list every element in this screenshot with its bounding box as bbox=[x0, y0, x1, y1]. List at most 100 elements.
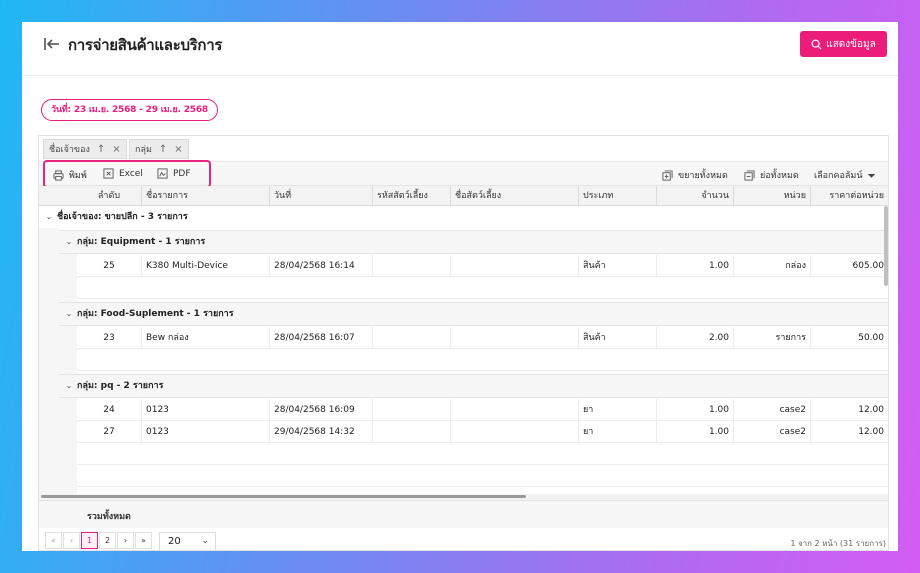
top-bar: การจ่ายสินค้าและบริการ แสดงข้อมูล bbox=[22, 22, 898, 76]
table-row[interactable]: 23 Bew กล่อง 28/04/2568 16:07 สินค้า 2.0… bbox=[77, 327, 888, 349]
cell-pet-code bbox=[372, 421, 450, 443]
collapse-all-button[interactable]: ย่อทั้งหมด bbox=[744, 168, 799, 182]
group-row-food-suplement[interactable]: ⌄ กลุ่ม: Food-Suplement - 1 รายการ bbox=[61, 303, 234, 325]
cell-no: 25 bbox=[103, 261, 115, 271]
chevron-down-icon[interactable]: ⌄ bbox=[61, 231, 77, 253]
column-header-row: ลำดับ ชื่อรายการ วันที่ รหัสสัตว์เลี้ยง … bbox=[39, 186, 888, 206]
date-range-chip[interactable]: วันที่: 23 เม.ย. 2568 - 29 เม.ย. 2568 bbox=[41, 99, 218, 121]
cell-qty: 1.00 bbox=[656, 399, 733, 421]
horizontal-scrollbar[interactable] bbox=[41, 495, 526, 498]
cell-qty: 1.00 bbox=[656, 255, 733, 277]
expand-all-label: ขยายทั้งหมด bbox=[678, 171, 728, 181]
choose-columns-dropdown[interactable]: เลือกคอลัมน์ bbox=[814, 168, 876, 182]
cell-type: ยา bbox=[578, 399, 656, 421]
show-data-button[interactable]: แสดงข้อมูล bbox=[800, 31, 887, 57]
cell-unit: กล่อง bbox=[733, 255, 810, 277]
indent-spacer bbox=[39, 228, 59, 494]
cell-name: 0123 bbox=[141, 421, 269, 443]
cell-unit: case2 bbox=[733, 421, 810, 443]
next-page-button[interactable]: › bbox=[117, 532, 134, 549]
cell-date: 29/04/2568 14:32 bbox=[269, 421, 372, 443]
cell-date: 28/04/2568 16:09 bbox=[269, 399, 372, 421]
table-row[interactable]: 27 0123 29/04/2568 14:32 ยา 1.00 case2 1… bbox=[77, 421, 888, 443]
cell-no: 24 bbox=[103, 405, 115, 415]
pdf-label: PDF bbox=[173, 168, 191, 179]
last-page-button[interactable]: » bbox=[135, 532, 152, 549]
group-panel: ชื่อเจ้าของ ↑ × กลุ่ม ↑ × bbox=[39, 136, 888, 162]
chevron-down-icon[interactable]: ⌄ bbox=[61, 375, 77, 397]
pdf-button[interactable]: PDF bbox=[157, 168, 191, 179]
column-header-price[interactable]: ราคาต่อหน่วย bbox=[810, 186, 888, 206]
cell-type: สินค้า bbox=[578, 327, 656, 349]
group-footer-row bbox=[77, 277, 888, 299]
prev-page-button[interactable]: ‹ bbox=[63, 532, 80, 549]
search-icon bbox=[811, 39, 822, 50]
column-header-name[interactable]: ชื่อรายการ bbox=[141, 186, 269, 206]
data-grid: ชื่อเจ้าของ ↑ × กลุ่ม ↑ × พิมพ์ Excel PD… bbox=[38, 135, 889, 551]
table-row[interactable]: 25 K380 Multi-Device 28/04/2568 16:14 สิ… bbox=[77, 255, 888, 277]
sort-ascending-icon[interactable]: ↑ bbox=[159, 144, 167, 155]
page-button-2[interactable]: 2 bbox=[99, 532, 116, 549]
group-row-pq[interactable]: ⌄ กลุ่ม: pq - 2 รายการ bbox=[61, 375, 164, 397]
cell-unit: รายการ bbox=[733, 327, 810, 349]
column-header-no[interactable]: ลำดับ bbox=[77, 186, 141, 206]
cell-no: 27 bbox=[103, 427, 115, 437]
cell-no: 23 bbox=[103, 333, 115, 343]
back-arrow-icon[interactable] bbox=[43, 35, 61, 53]
group-label: กลุ่ม: pq - 2 รายการ bbox=[77, 381, 164, 391]
cell-pet-name bbox=[450, 327, 578, 349]
cell-qty: 1.00 bbox=[656, 421, 733, 443]
excel-label: Excel bbox=[119, 168, 143, 179]
vertical-scrollbar[interactable] bbox=[884, 206, 888, 286]
cell-qty: 2.00 bbox=[656, 327, 733, 349]
column-header-date[interactable]: วันที่ bbox=[269, 186, 372, 206]
show-data-label: แสดงข้อมูล bbox=[826, 38, 876, 50]
indent-spacer bbox=[59, 254, 77, 302]
group-label: กลุ่ม: Equipment - 1 รายการ bbox=[77, 237, 206, 247]
column-header-pet-code[interactable]: รหัสสัตว์เลี้ยง bbox=[372, 186, 450, 206]
expand-icon bbox=[662, 169, 673, 181]
sort-ascending-icon[interactable]: ↑ bbox=[97, 144, 105, 155]
page-button-1[interactable]: 1 bbox=[81, 532, 98, 549]
group-chip-label: กลุ่ม bbox=[135, 145, 152, 155]
page-size-select[interactable]: 20 ⌄ bbox=[159, 532, 216, 550]
print-label: พิมพ์ bbox=[69, 171, 87, 181]
column-header-type[interactable]: ประเภท bbox=[578, 186, 656, 206]
cell-name: 0123 bbox=[141, 399, 269, 421]
cell-pet-code bbox=[372, 255, 450, 277]
pagination: « ‹ 1 2 › » 20 ⌄ 1 จาก 2 หน้า (31 รายการ… bbox=[39, 528, 888, 550]
group-chip-group[interactable]: กลุ่ม ↑ × bbox=[129, 139, 189, 159]
owner-footer-row bbox=[77, 465, 888, 487]
owner-group-row[interactable]: ⌄ ชื่อเจ้าของ: ขายปลีก - 3 รายการ bbox=[41, 206, 188, 228]
close-icon[interactable]: × bbox=[174, 144, 182, 155]
cell-pet-name bbox=[450, 399, 578, 421]
cell-price: 605.00 bbox=[810, 255, 888, 277]
cell-price: 12.00 bbox=[810, 421, 888, 443]
group-row-equipment[interactable]: ⌄ กลุ่ม: Equipment - 1 รายการ bbox=[61, 231, 206, 253]
cell-date: 28/04/2568 16:14 bbox=[269, 255, 372, 277]
group-chip-owner[interactable]: ชื่อเจ้าของ ↑ × bbox=[43, 139, 127, 159]
cell-pet-name bbox=[450, 421, 578, 443]
collapse-all-label: ย่อทั้งหมด bbox=[760, 171, 799, 181]
print-button[interactable]: พิมพ์ bbox=[53, 168, 87, 182]
cell-type: สินค้า bbox=[578, 255, 656, 277]
indent-spacer bbox=[59, 326, 77, 374]
page-info: 1 จาก 2 หน้า (31 รายการ) bbox=[790, 539, 886, 548]
chevron-down-icon[interactable]: ⌄ bbox=[61, 303, 77, 325]
choose-columns-label: เลือกคอลัมน์ bbox=[814, 171, 863, 181]
column-header-unit[interactable]: หน่วย bbox=[733, 186, 810, 206]
close-icon[interactable]: × bbox=[112, 144, 120, 155]
cell-pet-code bbox=[372, 399, 450, 421]
first-page-button[interactable]: « bbox=[45, 532, 62, 549]
page-size-value: 20 bbox=[168, 536, 181, 547]
table-row[interactable]: 24 0123 28/04/2568 16:09 ยา 1.00 case2 1… bbox=[77, 399, 888, 421]
column-header-pet-name[interactable]: ชื่อสัตว์เลี้ยง bbox=[450, 186, 578, 206]
group-footer-row bbox=[77, 443, 888, 465]
owner-group-label: ชื่อเจ้าของ: ขายปลีก - 3 รายการ bbox=[57, 212, 188, 222]
chevron-down-icon[interactable]: ⌄ bbox=[41, 206, 57, 228]
chevron-down-icon: ⌄ bbox=[201, 536, 209, 546]
expand-all-button[interactable]: ขยายทั้งหมด bbox=[662, 168, 728, 182]
grid-body: ⌄ ชื่อเจ้าของ: ขายปลีก - 3 รายการ ⌄ กลุ่ม:… bbox=[39, 206, 888, 494]
column-header-qty[interactable]: จำนวน bbox=[656, 186, 733, 206]
excel-button[interactable]: Excel bbox=[103, 168, 143, 179]
